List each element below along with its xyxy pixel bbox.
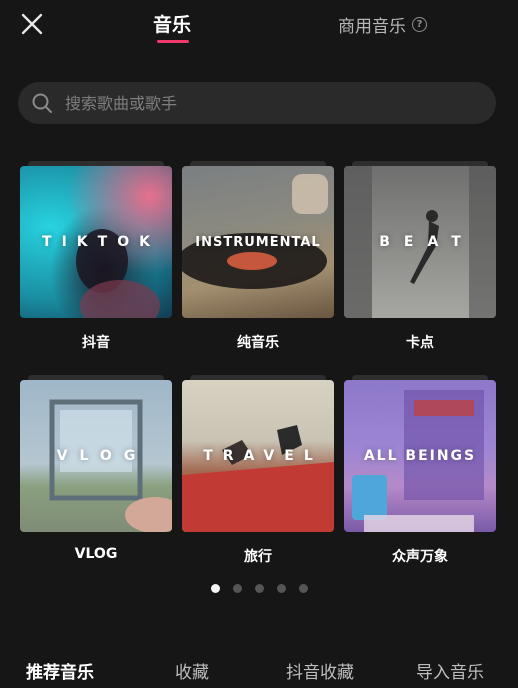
category-label: 旅行 [244,549,272,565]
tab-commercial-label: 商用音乐 [338,17,406,37]
top-bar: 音乐 商用音乐 ? [0,0,518,58]
cover-title: ALL BEINGS [363,448,477,464]
pagination-dots [0,584,518,593]
category-label: 抖音 [82,335,110,351]
pagination-dot-5[interactable] [298,584,308,593]
cover-title: TRAVEL [203,448,323,464]
category-cover: INSTRUMENTAL [182,161,334,318]
cover-title: VLOG [56,448,148,464]
category-cover: TIKTOK [20,161,172,318]
category-tile-vlog[interactable]: VLOG VLOG [20,375,172,562]
pagination-dot-3[interactable] [254,584,264,593]
search-bar[interactable] [18,82,496,124]
cover-title: BEAT [379,234,475,250]
category-cover: ALL BEINGS [344,375,496,532]
search-input[interactable] [63,92,496,114]
help-icon[interactable]: ? [412,17,427,32]
tab-recommended-music[interactable]: 推荐音乐 [26,658,94,683]
category-cover: VLOG [20,375,172,532]
pagination-dot-4[interactable] [276,584,286,593]
cover-title: TIKTOK [42,234,160,250]
category-tile-tiktok[interactable]: TIKTOK 抖音 [20,161,172,351]
pagination-dot-2[interactable] [232,584,242,593]
tab-douyin-favorites[interactable]: 抖音收藏 [286,658,354,683]
pagination-dot-1[interactable] [210,584,220,593]
category-tile-beat[interactable]: BEAT 卡点 [344,161,496,351]
category-cover: TRAVEL [182,375,334,532]
music-library-screen: 音乐 商用音乐 ? TIKTOK 抖音 [0,0,518,688]
category-label: 卡点 [406,335,434,351]
category-label: 众声万象 [392,549,448,565]
category-label: 纯音乐 [237,335,279,351]
tab-music[interactable]: 音乐 [150,10,194,37]
bottom-tab-bar: 推荐音乐 收藏 抖音收藏 导入音乐 [0,658,518,688]
category-tile-all-beings[interactable]: ALL BEINGS 众声万象 [344,375,496,565]
category-label: VLOG [74,546,118,562]
category-tile-travel[interactable]: TRAVEL 旅行 [182,375,334,565]
close-icon[interactable] [20,12,44,36]
category-cover: BEAT [344,161,496,318]
tab-commercial-music[interactable]: 商用音乐 ? [338,12,427,37]
cover-title: INSTRUMENTAL [195,234,321,250]
tab-import-music[interactable]: 导入音乐 [416,658,484,683]
search-icon [32,93,52,113]
tab-favorites[interactable]: 收藏 [175,658,209,683]
category-tile-instrumental[interactable]: INSTRUMENTAL 纯音乐 [182,161,334,351]
active-tab-indicator [157,40,189,43]
